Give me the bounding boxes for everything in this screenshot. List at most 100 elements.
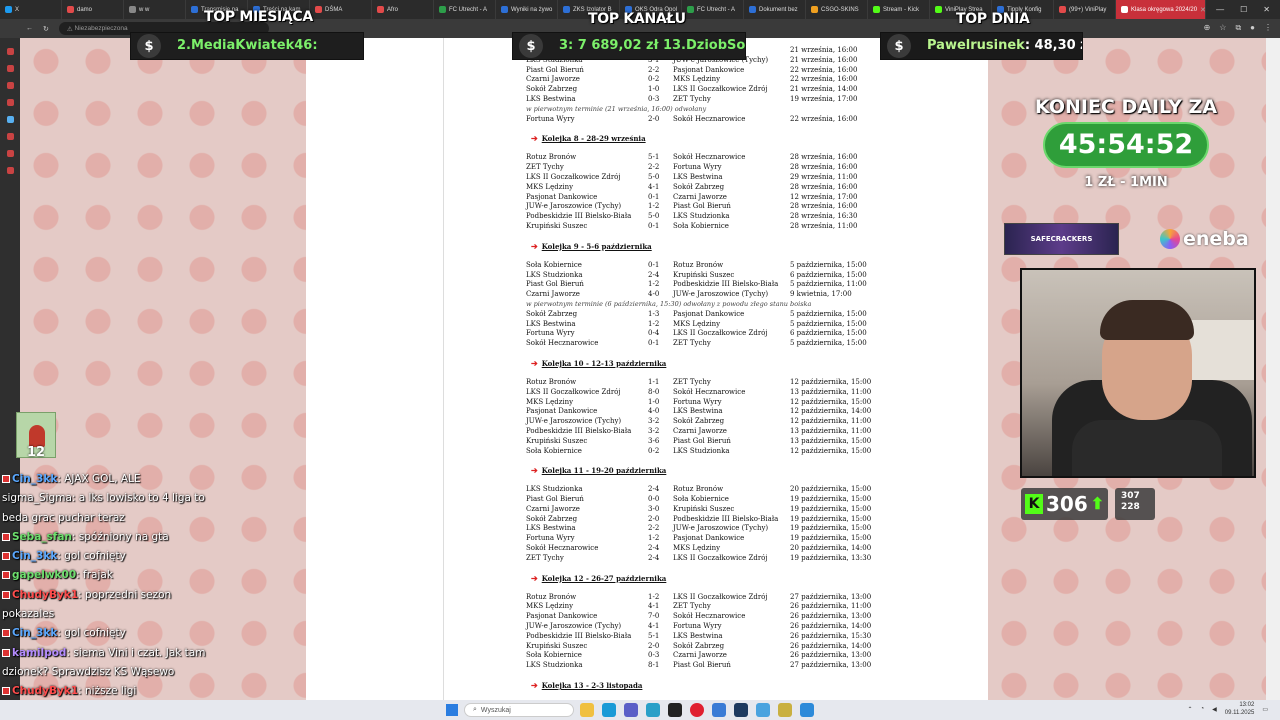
match-date: 19 października, 15:00 [790,534,872,543]
favicon-icon [377,6,384,13]
browser-tab[interactable]: CSGO-SKINS [806,0,868,19]
match-score: 2-4 [648,553,660,562]
chat-username[interactable]: Cin_3kk [12,550,57,562]
match-row: JUW-e Jaroszowice (Tychy) 4-1 Fortuna Wyry… [444,622,988,632]
match-row: JUW-e Jaroszowice (Tychy) 1-2 Piast Gol Bi… [444,202,988,212]
browser-tab[interactable]: Stream - Kick [868,0,930,19]
home-team: Fortuna Wyry [526,534,575,543]
round-heading[interactable]: ➔ Kolejka 10 - 12-13 października [444,349,988,378]
match-score: 1-1 [648,377,660,386]
chat-text: beda grac puchar teraz [2,511,125,524]
match-date: 22 września, 16:00 [790,75,858,84]
back-icon[interactable]: ← [26,25,33,32]
sidebar-app-icon[interactable] [6,65,14,72]
notification-icon[interactable]: ▭ [1262,706,1268,713]
profile-icon[interactable]: ● [1250,23,1255,33]
chat-text: pokazales [2,608,55,621]
round-heading[interactable]: ➔ Kolejka 8 - 28-29 września [444,124,988,153]
sidebar-app-icon[interactable] [6,99,14,106]
chevron-up-icon[interactable]: ⌃ [1187,706,1192,713]
away-team: LKS Bestwina [673,631,723,640]
home-team: ZET Tychy [526,163,564,172]
windows-start-icon[interactable] [446,704,458,716]
home-team: Piast Gol Bieruń [526,280,584,289]
star-icon[interactable]: ☆ [1219,23,1226,33]
browser-tab[interactable]: damo [62,0,124,19]
taskbar-search[interactable]: ⌕ Wyszukaj [464,703,574,717]
chat-username[interactable]: kamilpod [12,647,66,659]
tab-label: Stream - Kick [883,6,920,13]
volume-icon[interactable]: ◀ [1212,706,1217,713]
extensions-icon[interactable]: ⧉ [1235,23,1241,33]
chat-username[interactable]: Cin_3kk [12,473,57,485]
sidebar-app-icon[interactable] [6,48,14,55]
app-icon[interactable] [778,703,792,717]
dollar-icon: $ [137,34,161,58]
sidebar-app-icon[interactable] [6,82,14,89]
wifi-icon[interactable]: ◔ [1200,706,1204,712]
file-explorer-icon[interactable] [580,703,594,717]
maximize-icon[interactable]: ☐ [1240,5,1247,14]
chat-text: : poprzedni sezon [78,588,172,601]
browser-tab[interactable]: X [0,0,62,19]
round-heading[interactable]: ➔ Kolejka 12 - 26-27 października [444,564,988,593]
reload-icon[interactable]: ↻ [43,25,49,33]
teams-icon[interactable] [624,703,638,717]
zoom-icon[interactable]: ⊕ [1204,23,1211,33]
app-icon[interactable] [756,703,770,717]
close-window-icon[interactable]: ✕ [1263,5,1270,14]
chat-text: sigma_Sigma: a lks lowisko to 4 liga to [2,492,205,505]
close-icon[interactable]: ✕ [1200,6,1205,14]
chat-username[interactable]: ChudyByk1 [12,685,78,697]
scrollbar[interactable] [1266,38,1280,700]
match-row: Czarni Jaworze 0-2 MKS Lędziny 22 września,… [444,75,988,85]
app-icon[interactable] [668,703,682,717]
match-date: 12 października, 14:00 [790,407,872,416]
match-score: 1-3 [648,309,660,318]
round-title: Kolejka 13 - 2-3 listopada [541,681,643,691]
browser-tab[interactable]: Afro [372,0,434,19]
opera-icon[interactable] [690,703,704,717]
round-heading[interactable]: ➔ Kolejka 13 - 2-3 listopada [444,671,988,700]
sidebar-app-icon[interactable] [6,150,14,157]
tab-active[interactable]: Klasa okręgowa 2024/20 ✕ [1116,0,1206,19]
browser-tab[interactable]: FC Utrecht - A [434,0,496,19]
sidebar-app-icon[interactable] [6,116,14,123]
menu-icon[interactable]: ⋮ [1264,23,1272,33]
minimize-icon[interactable]: — [1216,5,1224,14]
app-icon[interactable] [734,703,748,717]
chat-text: : spóźniony na gta [71,530,169,543]
round-heading[interactable]: ➔ Kolejka 11 - 19-20 października [444,456,988,485]
away-team: MKS Lędziny [673,544,721,553]
browser-tab[interactable]: w w [124,0,186,19]
app-icon[interactable] [800,703,814,717]
away-team: Fortuna Wyry [673,163,722,172]
browser-tab[interactable]: Wyniki na żywo [496,0,558,19]
clock[interactable]: 13:02 09.11.2025 [1225,701,1255,717]
app-icon[interactable] [646,703,660,717]
sidebar-app-icon[interactable] [6,133,14,140]
favicon-icon [873,6,880,13]
match-score: 3-2 [648,426,660,435]
sidebar-app-icon[interactable] [6,167,14,174]
favicon-icon [935,6,942,13]
chat-text: : frajak [76,569,113,582]
chat-username[interactable]: gapelwk00 [12,569,76,581]
chat-username[interactable]: Cin_3kk [12,627,57,639]
home-team: Czarni Jaworze [526,504,580,513]
edge-icon[interactable] [602,703,616,717]
round-heading[interactable]: ➔ Kolejka 9 - 5-6 października [444,232,988,261]
chat-username[interactable]: ChudyByk1 [12,589,78,601]
tab-label: X [15,6,20,13]
browser-tab[interactable]: DŚMA [310,0,372,19]
match-score: 1-2 [648,280,660,289]
match-date: 5 października, 11:00 [790,280,867,289]
home-team: Czarni Jaworze [526,290,580,299]
match-row: Czarni Jaworze 3-0 Krupiński Suszec 19 paźd… [444,505,988,515]
app-icon[interactable] [712,703,726,717]
browser-tab[interactable]: FC Utrecht - A [682,0,744,19]
browser-tab[interactable]: (99+) ViniPlay [1054,0,1116,19]
chat-message: kamilpod: siema Vini i czat. Jak tam [0,644,240,663]
chat-username[interactable]: Seba_sfan [12,531,72,543]
browser-tab[interactable]: Dokument bez [744,0,806,19]
